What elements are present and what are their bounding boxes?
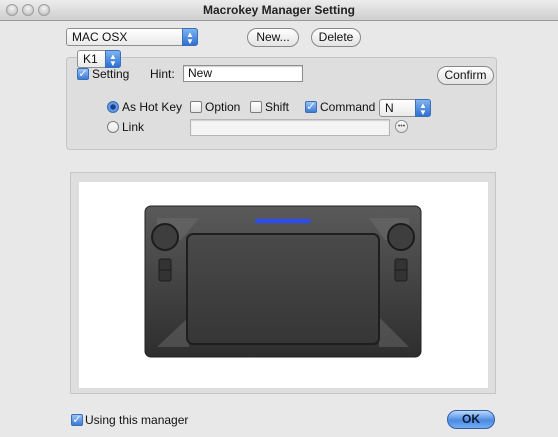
shift-checkbox[interactable] [250,101,262,113]
hotkey-key-select[interactable]: N ▲ ▼ [379,99,431,117]
hotkey-key-select-value: N [385,101,394,115]
profile-select-value: MAC OSX [72,30,128,44]
command-label: Command [320,100,376,114]
hotkey-radio[interactable] [107,101,119,113]
option-checkbox[interactable] [190,101,202,113]
browse-link-icon[interactable]: ••• [395,120,408,133]
title-bar: Macrokey Manager Setting [0,0,558,21]
link-radio[interactable] [107,121,119,133]
hint-label: Hint: [150,67,175,81]
using-manager-checkbox[interactable]: ✓ [71,414,83,426]
command-checkbox[interactable]: ✓ [305,101,317,113]
device-preview [79,182,488,388]
setting-checkbox[interactable]: ✓ [77,68,89,80]
link-label: Link [122,120,145,134]
shift-label: Shift [265,100,290,114]
option-label: Option [205,100,241,114]
updown-arrows-icon: ▲ ▼ [182,28,198,46]
new-button[interactable]: New... [247,28,299,47]
updown-arrows-icon: ▲ ▼ [415,99,431,117]
ok-button[interactable]: OK [447,410,495,429]
confirm-button[interactable]: Confirm [437,66,494,85]
updown-arrows-icon: ▲ ▼ [105,50,121,68]
link-input[interactable] [190,119,390,136]
hint-input[interactable]: New [183,65,303,82]
hotkey-label: As Hot Key [122,100,183,114]
key-select[interactable]: K1 ▲ ▼ [77,50,121,68]
setting-label: Setting [92,67,130,81]
delete-button[interactable]: Delete [311,28,361,47]
window-title: Macrokey Manager Setting [202,3,356,17]
profile-select[interactable]: MAC OSX ▲ ▼ [66,28,198,46]
tablet-image [144,205,422,358]
key-select-value: K1 [83,52,98,66]
using-manager-label: Using this manager [85,413,189,427]
